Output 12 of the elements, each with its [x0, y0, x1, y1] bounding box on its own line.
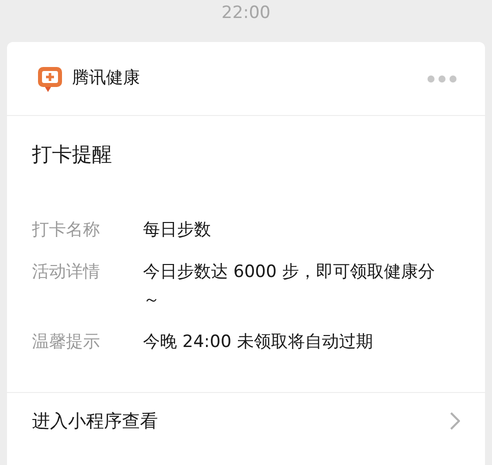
card-title: 打卡提醒 [32, 141, 113, 168]
field-value: 今晚 24:00 未领取将自动过期 [143, 331, 374, 354]
field-label: 打卡名称 [32, 219, 101, 242]
field-label: 温馨提示 [32, 331, 101, 354]
more-icon[interactable] [427, 74, 457, 82]
field-value: 每日步数 [143, 219, 212, 242]
app-name: 腾讯健康 [72, 66, 140, 90]
field-value: 今日步数达 6000 步，即可领取健康分～ [143, 261, 436, 312]
chevron-right-icon [450, 412, 460, 430]
field-label: 活动详情 [32, 261, 101, 284]
mini-program-link[interactable]: 进入小程序查看 [7, 392, 485, 449]
timestamp: 22:00 [222, 2, 270, 25]
